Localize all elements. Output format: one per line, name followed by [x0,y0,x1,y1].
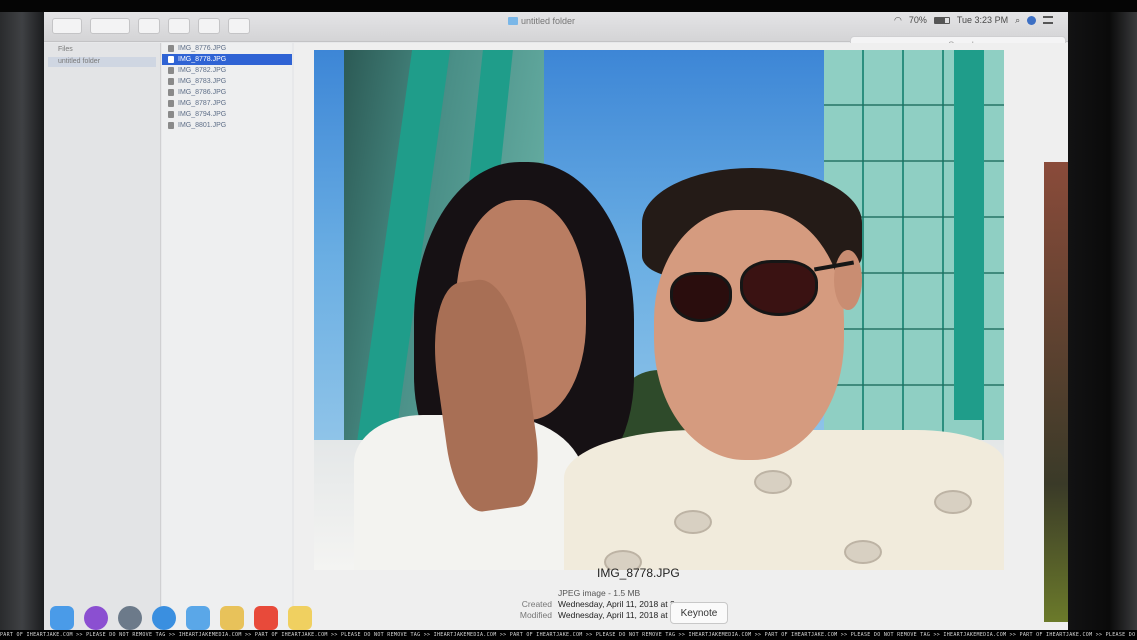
file-name: IMG_8786.JPG [178,89,227,96]
wifi-icon[interactable]: ◠ [894,15,902,26]
modified-label: Modified [519,610,552,620]
folder-icon [508,17,518,25]
launchpad-icon[interactable] [118,606,142,630]
shirt-pattern [844,540,882,564]
finder-sidebar: Files untitled folder [44,43,161,630]
siri-menubar-icon[interactable] [1027,15,1037,25]
window-title-label: untitled folder [521,16,576,26]
screen: untitled folder ◠ 70% Tue 3:23 PM ⌕ ⌕ Se… [44,12,1068,630]
file-name: IMG_8783.JPG [178,78,227,85]
siri-icon[interactable] [84,606,108,630]
file-name: IMG_8776.JPG [178,45,227,52]
watermark-strip: PART OF IHEARTJAKE.COM >> PLEASE DO NOT … [0,630,1137,640]
photo-man-face [654,210,844,460]
calendar-icon[interactable] [254,606,278,630]
arrange-button[interactable] [138,18,160,34]
file-row[interactable]: IMG_8787.JPG [162,98,292,109]
monitor-bezel-right [1068,12,1137,630]
window-title: untitled folder [508,16,575,26]
image-file-icon [168,45,174,52]
preview-filename: IMG_8778.JPG [597,566,680,580]
image-file-icon [168,56,174,63]
photo-man-ear [834,250,862,310]
file-kind: JPEG image - 1.5 MB [558,588,641,598]
image-file-icon [168,100,174,107]
file-row[interactable]: IMG_8776.JPG [162,43,292,54]
image-file-icon [168,89,174,96]
spotlight-icon[interactable]: ⌕ [1015,15,1020,26]
sidebar-item-untitled-folder[interactable]: untitled folder [48,57,156,67]
safari-icon[interactable] [152,606,176,630]
menubar-status: ◠ 70% Tue 3:23 PM ⌕ [894,12,1068,28]
sidebar-item-files[interactable]: Files [48,45,156,55]
file-row[interactable]: IMG_8794.JPG [162,109,292,120]
battery-icon[interactable] [933,16,950,24]
shirt-pattern [754,470,792,494]
file-row[interactable]: IMG_8782.JPG [162,65,292,76]
open-with-keynote-button[interactable]: Keynote [670,602,728,624]
tags-button[interactable] [228,18,250,34]
sunglasses-lens-left [670,272,732,322]
shirt-pattern [674,510,712,534]
file-row-selected[interactable]: IMG_8778.JPG [162,54,292,65]
file-list: IMG_8776.JPG IMG_8778.JPG IMG_8782.JPG I… [162,43,292,630]
finder-icon[interactable] [50,606,74,630]
stickies-icon[interactable] [288,606,312,630]
photo-preview[interactable] [314,50,1004,570]
back-forward-button[interactable] [52,18,82,34]
desktop-wallpaper [1044,162,1068,622]
image-file-icon [168,67,174,74]
battery-percent: 70% [908,15,927,25]
sunglasses-lens-right [740,260,818,316]
created-value: Wednesday, April 11, 2018 at 2 [558,599,675,609]
share-button[interactable] [198,18,220,34]
notification-center-icon[interactable] [1043,16,1054,24]
file-name: IMG_8787.JPG [178,100,227,107]
menubar-clock[interactable]: Tue 3:23 PM [957,15,1008,25]
file-name: IMG_8794.JPG [178,111,227,118]
created-label: Created [521,599,552,609]
view-mode-button[interactable] [90,18,130,34]
dock [44,598,464,630]
image-file-icon [168,122,174,129]
image-file-icon [168,78,174,85]
action-button[interactable] [168,18,190,34]
monitor-bezel-top [0,0,1137,12]
image-file-icon [168,111,174,118]
file-row[interactable]: IMG_8786.JPG [162,87,292,98]
notes-icon[interactable] [220,606,244,630]
shirt-pattern [934,490,972,514]
mail-icon[interactable] [186,606,210,630]
photo-building-fin [954,50,984,420]
file-name: IMG_8778.JPG [178,56,227,63]
monitor-bezel-left [0,12,44,630]
file-row[interactable]: IMG_8801.JPG [162,120,292,131]
file-name: IMG_8801.JPG [178,122,227,129]
file-row[interactable]: IMG_8783.JPG [162,76,292,87]
file-name: IMG_8782.JPG [178,67,227,74]
